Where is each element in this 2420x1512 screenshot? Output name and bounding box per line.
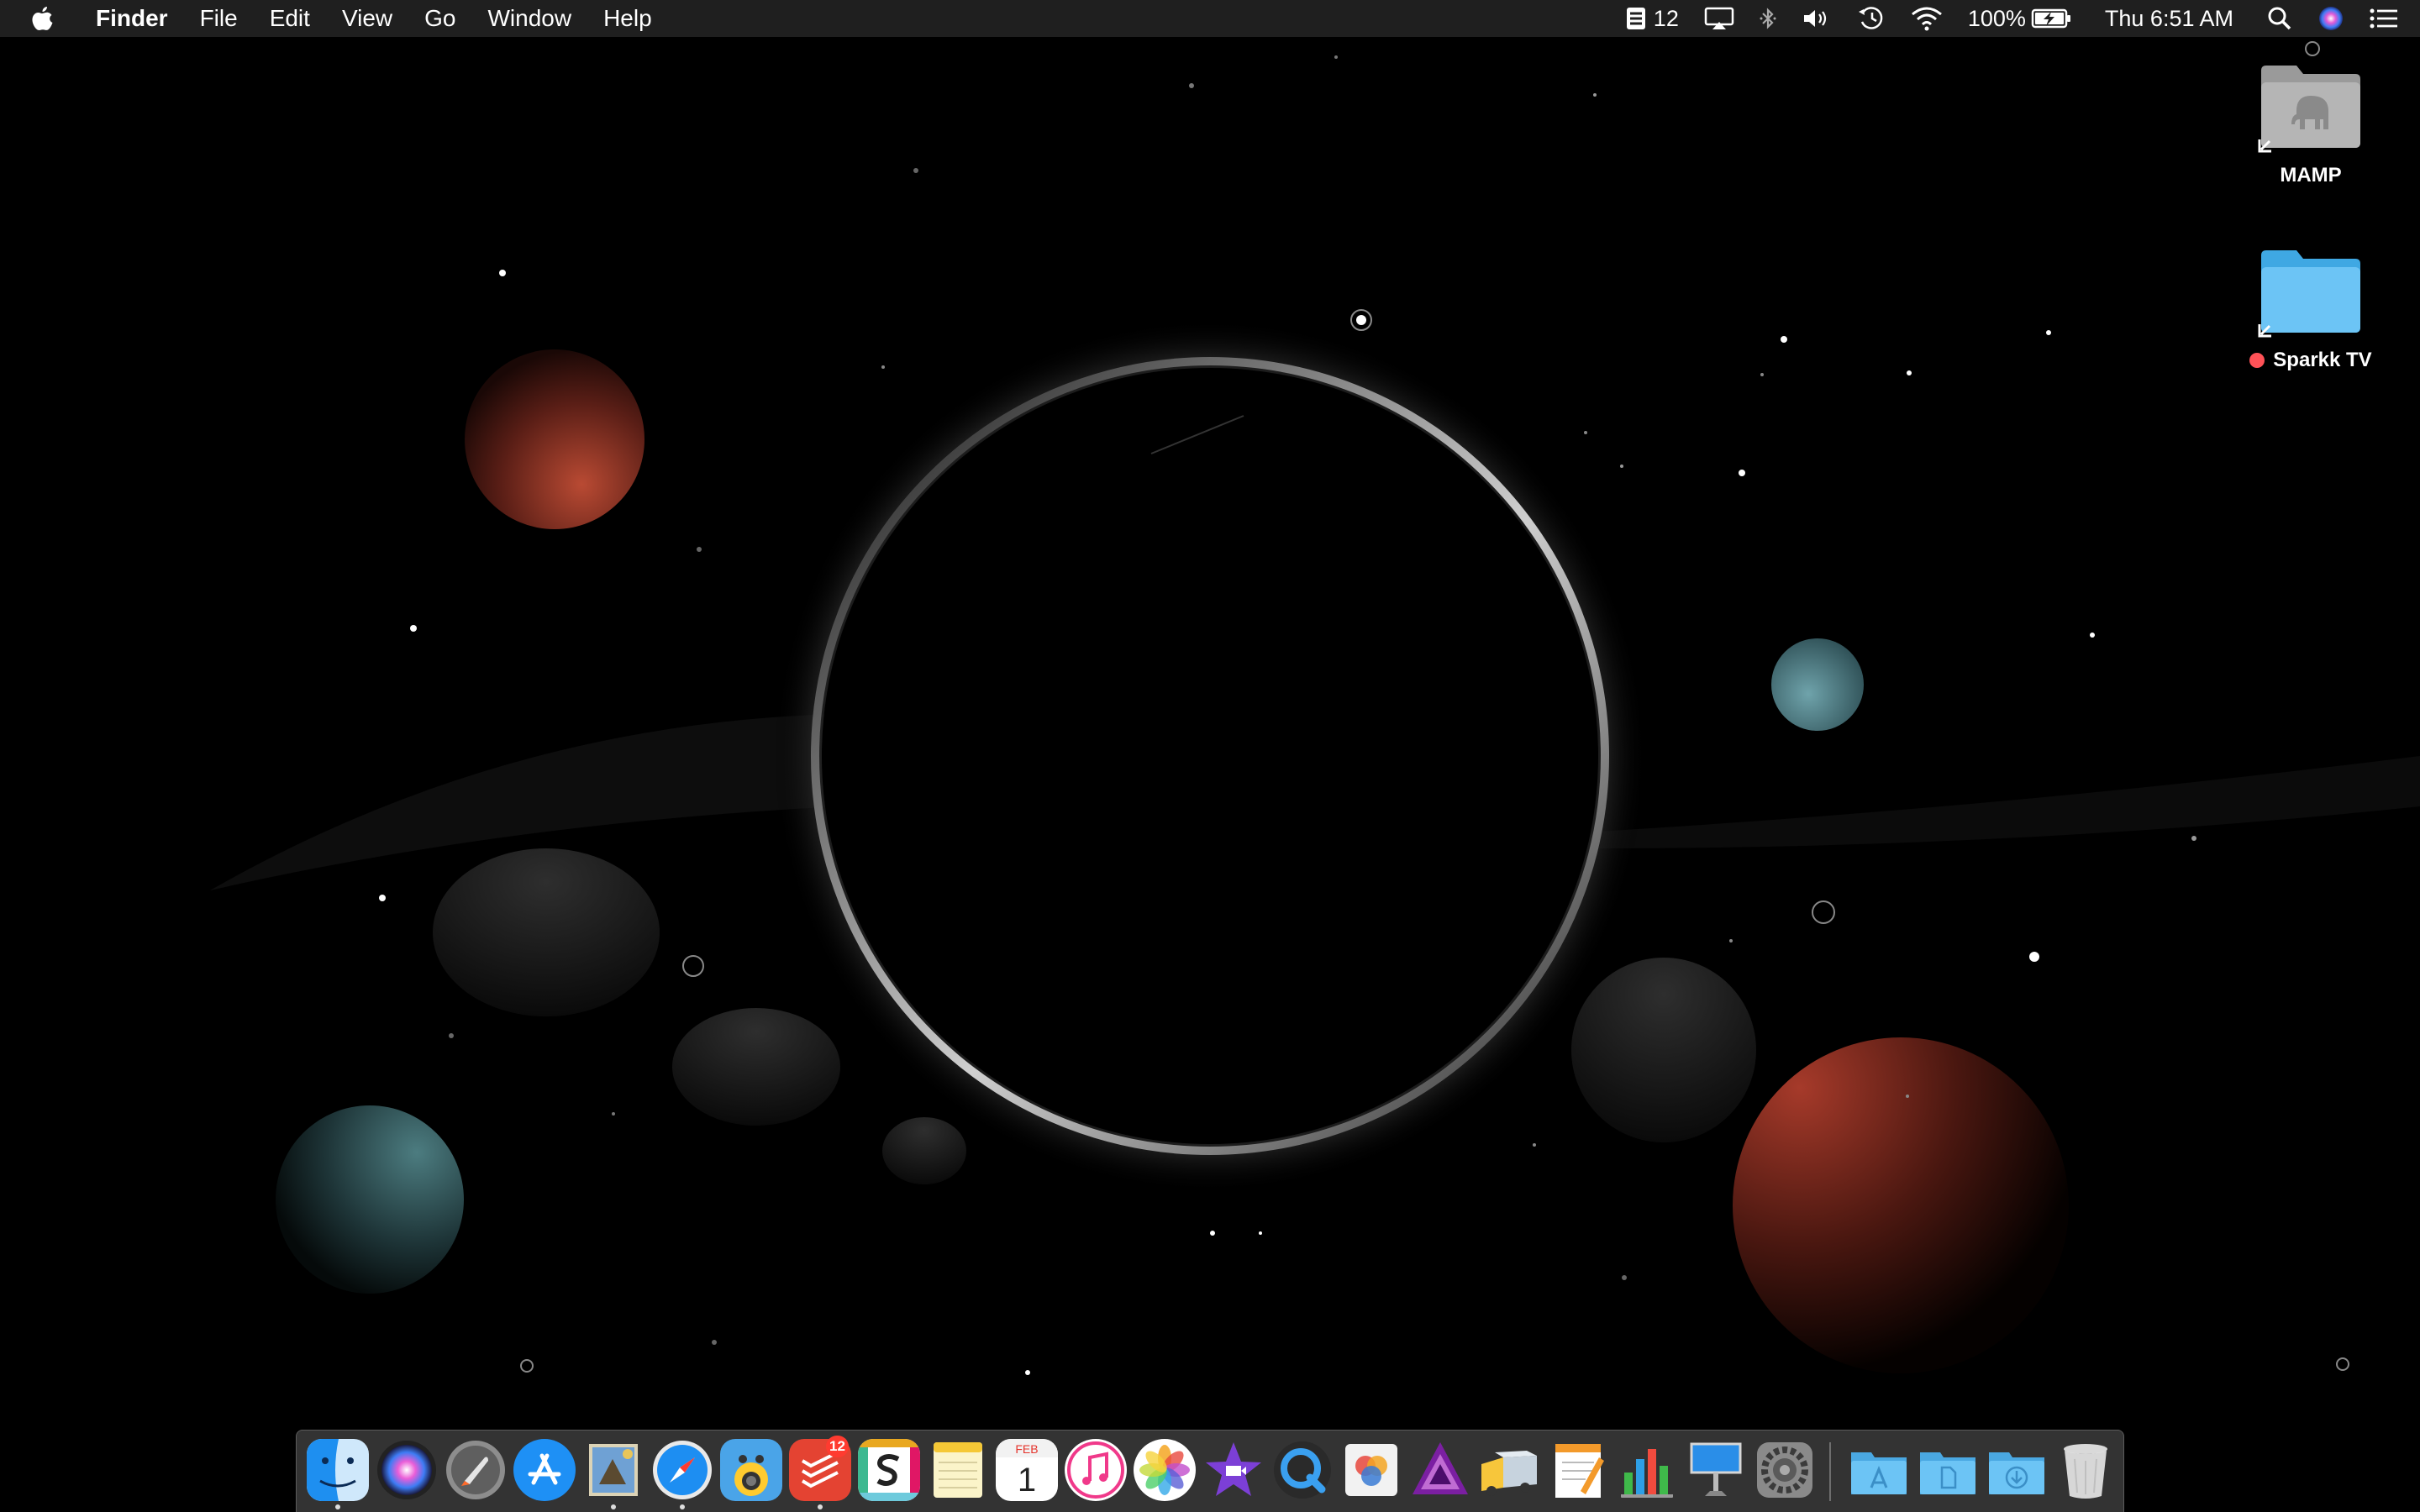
- time-machine-icon: [1858, 7, 1883, 29]
- documents-folder-icon: [1920, 1452, 1975, 1494]
- trash-icon: [2064, 1444, 2107, 1499]
- system-preferences-icon: [1757, 1442, 1812, 1498]
- menu-window[interactable]: Window: [487, 5, 571, 32]
- airplay-menu-extra[interactable]: [1704, 7, 1734, 30]
- menu-file[interactable]: File: [200, 5, 238, 32]
- dock-system-preferences[interactable]: [1754, 1439, 1816, 1501]
- dock: 12 FEB 1: [296, 1430, 2124, 1512]
- downloads-folder-icon: [1989, 1452, 2044, 1494]
- time-machine-menu-extra[interactable]: [1857, 5, 1886, 32]
- notification-list-icon: [2370, 8, 2397, 29]
- dock-itunes[interactable]: [1065, 1439, 1127, 1501]
- mail-icon: [589, 1444, 638, 1496]
- running-indicator: [680, 1504, 685, 1509]
- dock-safari[interactable]: [651, 1439, 713, 1501]
- applications-folder-icon: [1851, 1452, 1907, 1494]
- wifi-menu-extra[interactable]: [1911, 6, 1943, 31]
- desktop-item-sparkk-tv[interactable]: Sparkk TV: [2227, 244, 2395, 372]
- airplay-icon: [1704, 7, 1734, 29]
- battery-menu-extra[interactable]: 100%: [1968, 6, 2071, 32]
- search-icon: [2268, 7, 2291, 30]
- siri-icon: [377, 1441, 436, 1499]
- bluetooth-menu-extra[interactable]: [1760, 6, 1776, 31]
- dock-slack[interactable]: [858, 1439, 920, 1501]
- calendar-icon: FEB 1: [996, 1439, 1058, 1499]
- battery-percentage: 100%: [1967, 5, 2026, 31]
- siri-menu-extra[interactable]: [2317, 5, 2344, 32]
- notification-badge: 12: [826, 1436, 849, 1457]
- menu-help[interactable]: Help: [603, 5, 652, 32]
- siri-icon: [2319, 7, 2343, 30]
- volume-icon: [1803, 10, 1826, 27]
- dock-keynote[interactable]: [1685, 1439, 1747, 1501]
- pixelmator-icon: [1345, 1444, 1397, 1496]
- dock-tweetbot[interactable]: [720, 1439, 782, 1501]
- notes-icon: [934, 1442, 982, 1498]
- dock-pixelmator[interactable]: [1340, 1439, 1402, 1501]
- app-menu-finder[interactable]: Finder: [96, 5, 168, 32]
- dock-trash[interactable]: [2054, 1439, 2117, 1501]
- dock-applications-stack[interactable]: [1848, 1439, 1910, 1501]
- quicktime-icon: [1274, 1441, 1331, 1499]
- wifi-icon: [1911, 7, 1942, 31]
- desktop-item-mamp[interactable]: MAMP: [2227, 59, 2395, 187]
- dock-quicktime[interactable]: [1271, 1439, 1334, 1501]
- dock-documents-stack[interactable]: [1917, 1439, 1979, 1501]
- running-indicator: [335, 1504, 340, 1509]
- dock-notes[interactable]: [927, 1439, 989, 1501]
- running-indicator: [818, 1504, 823, 1509]
- dock-photos[interactable]: [1134, 1439, 1196, 1501]
- dock-affinity-photo[interactable]: [1409, 1439, 1471, 1501]
- menu-go[interactable]: Go: [424, 5, 455, 32]
- dock-transmit[interactable]: [1478, 1439, 1540, 1501]
- todo-menu-extra[interactable]: 12: [1625, 6, 1679, 32]
- apple-menu-icon[interactable]: [29, 4, 55, 33]
- dock-siri[interactable]: [376, 1439, 438, 1501]
- app-store-icon: [528, 1453, 561, 1485]
- dock-imovie[interactable]: [1202, 1439, 1265, 1501]
- transmit-icon: [1481, 1451, 1537, 1496]
- affinity-photo-icon: [1413, 1442, 1468, 1494]
- battery-charging-icon: [2031, 8, 2070, 29]
- dock-finder[interactable]: [307, 1439, 369, 1501]
- volume-menu-extra[interactable]: [1802, 7, 1832, 30]
- clock[interactable]: Thu 6:51 AM: [2105, 6, 2233, 32]
- numbers-icon: [1621, 1449, 1673, 1498]
- spotlight-menu-extra[interactable]: [2267, 6, 2292, 31]
- folder-icon: [2258, 250, 2360, 338]
- photos-icon: [1139, 1445, 1190, 1495]
- dock-calendar[interactable]: FEB 1: [996, 1439, 1058, 1501]
- calendar-day: 1: [1018, 1462, 1036, 1499]
- bluetooth-icon: [1760, 8, 1776, 29]
- desktop-item-label: MAMP: [2280, 164, 2342, 186]
- tweetbot-icon: [734, 1455, 768, 1496]
- dock-separator: [1829, 1442, 1831, 1501]
- slack-icon: [858, 1439, 920, 1501]
- todo-count: 12: [1653, 5, 1679, 31]
- desktop-item-label: Sparkk TV: [2273, 349, 2372, 371]
- menu-view[interactable]: View: [342, 5, 392, 32]
- mamp-folder-icon: [2258, 66, 2360, 153]
- red-tag-icon: [2249, 353, 2265, 368]
- running-indicator: [611, 1504, 616, 1509]
- menu-edit[interactable]: Edit: [270, 5, 310, 32]
- dock-pages[interactable]: [1547, 1439, 1609, 1501]
- dock-numbers[interactable]: [1616, 1439, 1678, 1501]
- menu-bar: Finder File Edit View Go Window Help 12: [0, 0, 2420, 37]
- launchpad-icon: [446, 1441, 505, 1499]
- itunes-icon: [1067, 1441, 1124, 1499]
- finder-icon: [307, 1439, 369, 1501]
- dock-app-store[interactable]: [513, 1439, 576, 1501]
- pages-icon: [1555, 1444, 1604, 1498]
- calendar-month: FEB: [1015, 1442, 1038, 1456]
- keynote-icon: [1690, 1442, 1742, 1496]
- dock-downloads-stack[interactable]: [1986, 1439, 2048, 1501]
- safari-icon: [653, 1441, 712, 1499]
- notification-center-menu-extra[interactable]: [2370, 8, 2398, 29]
- dock-mail[interactable]: [582, 1439, 644, 1501]
- desktop-wallpaper: [0, 0, 2420, 1512]
- dock-launchpad[interactable]: [445, 1439, 507, 1501]
- todo-list-icon: [1626, 8, 1645, 29]
- imovie-icon: [1206, 1442, 1261, 1496]
